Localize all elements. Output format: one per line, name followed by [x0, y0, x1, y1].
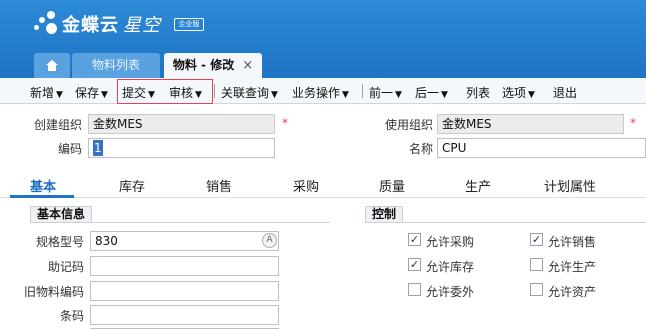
chevron-down-icon: ▼	[342, 90, 349, 100]
required-mark: *	[630, 116, 636, 130]
name-field[interactable]: CPU	[437, 138, 646, 158]
toolbar: 新增 ▼ 保存 ▼ 提交 ▼ 审核 ▼ 关联查询 ▼ 业务操作 ▼ 前一 ▼ 后一 ▼ 列表 选…	[0, 78, 646, 104]
allow-sales-label: 允许销售	[548, 235, 597, 249]
mnemonic-field[interactable]	[90, 256, 279, 276]
home-icon	[46, 60, 58, 71]
tab-quality[interactable]: 质量	[379, 176, 405, 195]
tab-planning[interactable]: 计划属性	[544, 176, 596, 195]
tab-purchase[interactable]: 采购	[293, 176, 319, 195]
use-org-label: 使用组织	[384, 118, 433, 132]
allow-production-label: 允许生产	[548, 260, 597, 274]
allow-purchase-checkbox[interactable]: ✓	[408, 233, 421, 246]
app-window: 金蝶云 星空 企业版 物料列表 物料 - 修改 × 新增 ▼ 保存 ▼ 提交 ▼ 审核 ▼ …	[0, 0, 646, 329]
allow-production-checkbox[interactable]	[530, 258, 543, 271]
close-icon[interactable]: ×	[242, 58, 253, 73]
old-code-label: 旧物料编码	[23, 285, 84, 299]
exit-button[interactable]: 退出	[553, 84, 577, 101]
section-divider	[30, 222, 330, 223]
barcode-field[interactable]	[90, 305, 279, 325]
tab-material-edit[interactable]: 物料 - 修改 ×	[164, 53, 262, 78]
spec-label: 规格型号	[35, 235, 84, 249]
allow-outsource-label: 允许委外	[426, 285, 475, 299]
use-org-field[interactable]: 金数MES	[437, 114, 624, 134]
tab-divider	[0, 197, 646, 198]
allow-inventory-checkbox[interactable]: ✓	[408, 258, 421, 271]
page-tabbar: 物料列表 物料 - 修改 ×	[0, 50, 646, 78]
tab-home[interactable]	[34, 53, 70, 78]
mnemonic-label: 助记码	[47, 260, 84, 274]
section-basic-info: 基本信息	[30, 206, 93, 223]
chevron-down-icon: ▼	[441, 90, 448, 100]
code-value: 1	[93, 140, 103, 156]
allow-asset-checkbox[interactable]	[530, 283, 543, 296]
tab-production[interactable]: 生产	[465, 176, 491, 195]
brand-name: 金蝶云	[62, 15, 119, 36]
options-button[interactable]: 选项 ▼	[502, 84, 535, 101]
tab-sales[interactable]: 销售	[206, 176, 232, 195]
create-org-field[interactable]: 金数MES	[88, 114, 275, 134]
tab-basic[interactable]: 基本	[30, 176, 56, 195]
allow-sales-checkbox[interactable]: ✓	[530, 233, 543, 246]
allow-outsource-checkbox[interactable]	[408, 283, 421, 296]
tab-material-edit-label: 物料 - 修改	[172, 58, 235, 72]
chevron-down-icon: ▼	[528, 90, 535, 100]
business-ops-button[interactable]: 业务操作 ▼	[292, 84, 349, 101]
tab-material-list-label: 物料列表	[91, 58, 140, 72]
name-label: 名称	[408, 142, 433, 156]
allow-asset-label: 允许资产	[548, 285, 597, 299]
app-header: 金蝶云 星空 企业版 物料列表 物料 - 修改 ×	[0, 0, 646, 78]
active-tab-indicator	[10, 195, 74, 198]
related-query-button[interactable]: 关联查询 ▼	[221, 84, 278, 101]
edition-badge: 企业版	[174, 18, 204, 31]
chevron-down-icon: ▼	[271, 90, 278, 100]
chevron-down-icon: ▼	[56, 90, 63, 100]
save-button[interactable]: 保存 ▼	[75, 84, 108, 101]
create-org-label: 创建组织	[33, 118, 82, 132]
allow-purchase-label: 允许采购	[426, 235, 475, 249]
code-field[interactable]: 1	[88, 138, 275, 158]
tab-inventory[interactable]: 库存	[119, 176, 145, 195]
logo-icon	[32, 9, 62, 37]
tab-material-list[interactable]: 物料列表	[72, 53, 160, 78]
code-label: 编码	[57, 142, 82, 156]
brand-title: 金蝶云 星空	[62, 11, 161, 37]
prev-button[interactable]: 前一 ▼	[369, 84, 402, 101]
toolbar-divider	[214, 84, 215, 98]
required-mark: *	[282, 116, 288, 130]
spec-field[interactable]: 830	[90, 231, 279, 251]
old-code-field[interactable]	[90, 281, 279, 301]
toolbar-divider	[362, 84, 363, 98]
search-icon[interactable]: A	[262, 233, 277, 248]
submit-audit-highlight	[117, 79, 213, 104]
barcode-label: 条码	[59, 309, 84, 323]
add-button[interactable]: 新增 ▼	[30, 84, 63, 101]
allow-inventory-label: 允许库存	[426, 260, 475, 274]
section-divider	[365, 222, 646, 223]
chevron-down-icon: ▼	[395, 90, 402, 100]
next-button[interactable]: 后一 ▼	[415, 84, 448, 101]
list-button[interactable]: 列表	[466, 84, 490, 101]
section-control: 控制	[365, 206, 404, 223]
product-name: 星空	[123, 15, 161, 36]
chevron-down-icon: ▼	[101, 90, 108, 100]
